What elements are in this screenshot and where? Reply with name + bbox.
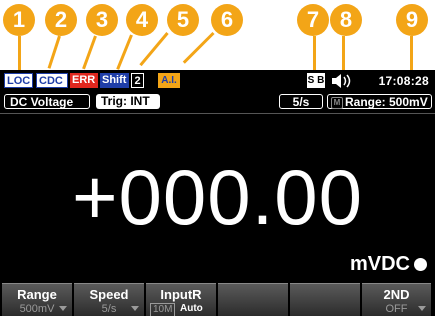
- callout-9-pointer: [410, 36, 413, 70]
- range-text: Range: 500mV: [345, 95, 428, 109]
- dropdown-arrow-icon: [59, 306, 67, 311]
- callout-2: 2: [45, 4, 77, 36]
- callout-2-pointer: [47, 35, 61, 69]
- speaker-icon: [332, 74, 351, 88]
- manual-range-icon: M: [331, 96, 343, 109]
- callout-8-pointer: [342, 36, 345, 70]
- softkey-range[interactable]: Range 500mV: [2, 283, 72, 316]
- auto-input-indicator: A.I.: [158, 73, 180, 88]
- softkey-label: 2ND: [383, 287, 410, 302]
- callout-6-pointer: [182, 31, 215, 64]
- cdc-indicator: CDC: [36, 73, 68, 88]
- info-bar: DC Voltage Trig: INT 5/s M Range: 500mV: [0, 92, 435, 112]
- sb-indicator: S B: [307, 73, 325, 88]
- range-label: M Range: 500mV: [327, 94, 432, 109]
- softkey-label: Range: [17, 287, 57, 302]
- status-dot-icon: [414, 258, 427, 271]
- softkey-2nd[interactable]: 2ND OFF: [362, 283, 431, 316]
- softkey-label: InputR: [160, 287, 202, 302]
- callout-8: 8: [330, 4, 362, 36]
- instrument-screen: LOC CDC ERR Shift 2 A.I. S B 17:08:28 DC…: [0, 70, 435, 316]
- callout-6: 6: [211, 4, 243, 36]
- trigger-label: Trig: INT: [96, 94, 160, 109]
- shift-indicator: Shift: [100, 73, 129, 88]
- softkey-input-resistance[interactable]: InputR 10M Auto: [146, 283, 216, 316]
- callout-3: 3: [86, 4, 118, 36]
- callout-1-pointer: [18, 36, 21, 70]
- callout-4-pointer: [116, 34, 133, 70]
- callout-3-pointer: [82, 35, 97, 70]
- local-indicator: LOC: [4, 73, 33, 88]
- softkey-label: Speed: [89, 287, 129, 302]
- softkey-bar: Range 500mV Speed 5/s InputR 10M Auto 2N…: [0, 283, 435, 316]
- callout-4: 4: [126, 4, 158, 36]
- rate-label: 5/s: [279, 94, 323, 109]
- softkey-blank-4[interactable]: [218, 283, 288, 316]
- clock: 17:08:28: [378, 74, 429, 88]
- function-label: DC Voltage: [4, 94, 90, 109]
- primary-reading: +000.00: [71, 153, 364, 241]
- memory-slot-indicator: 2: [131, 73, 144, 88]
- measurement-display: +000.00 mVDC: [0, 113, 435, 284]
- callout-7: 7: [297, 4, 329, 36]
- option-auto: Auto: [180, 303, 203, 314]
- callout-1: 1: [3, 4, 35, 36]
- manual-figure: 1 2 3 4 5 6 7 8 9 LOC CDC ERR Shift 2 A.…: [0, 0, 435, 316]
- error-indicator: ERR: [70, 73, 98, 88]
- status-bar: LOC CDC ERR Shift 2 A.I. S B 17:08:28: [0, 70, 435, 92]
- softkey-blank-5[interactable]: [290, 283, 360, 316]
- callout-5: 5: [167, 4, 199, 36]
- callout-9: 9: [396, 4, 428, 36]
- softkey-speed[interactable]: Speed 5/s: [74, 283, 144, 316]
- dropdown-arrow-icon: [418, 306, 426, 311]
- callout-5-pointer: [139, 32, 169, 67]
- callout-7-pointer: [313, 36, 316, 70]
- dropdown-arrow-icon: [131, 306, 139, 311]
- reading-unit: mVDC: [349, 253, 410, 275]
- option-10m: 10M: [150, 303, 176, 316]
